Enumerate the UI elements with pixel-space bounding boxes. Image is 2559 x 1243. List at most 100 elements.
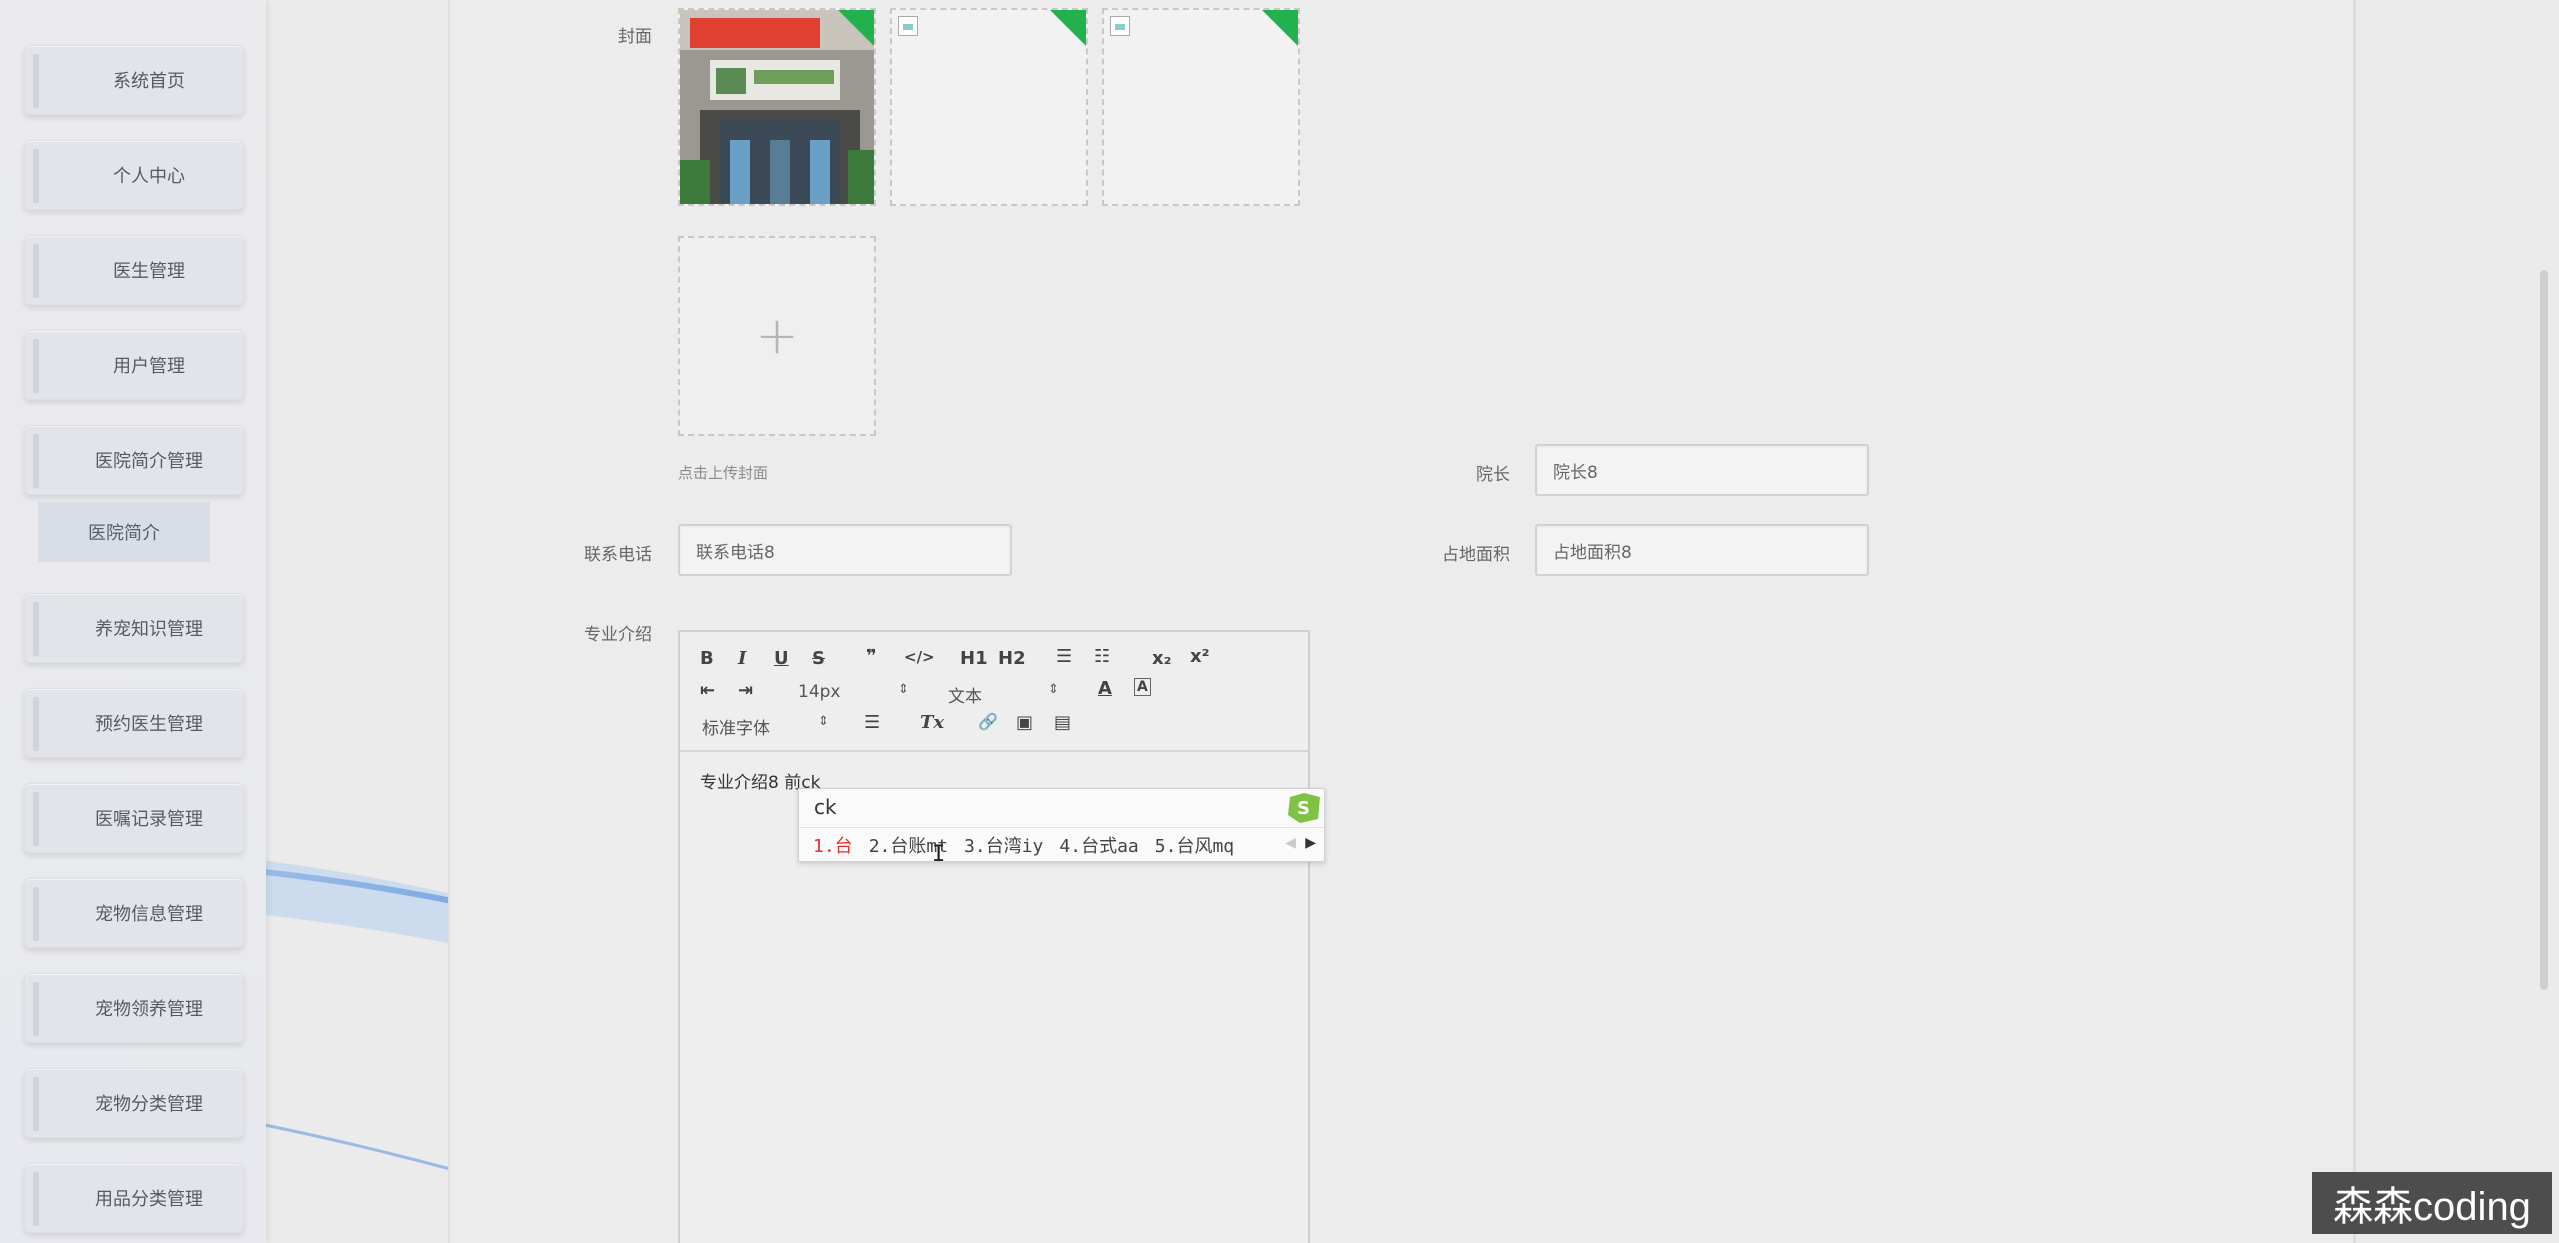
sidebar-item-label: 医院简介管理	[95, 451, 203, 472]
font-size-select[interactable]: 14px	[798, 682, 840, 702]
superscript-button[interactable]: x²	[1190, 646, 1210, 667]
ime-candidate[interactable]: 4.台式aa	[1059, 832, 1138, 858]
clear-format-button[interactable]: Tx	[920, 712, 944, 733]
ime-candidate[interactable]: 5.台风mq	[1155, 832, 1234, 858]
cover-label: 封面	[618, 27, 652, 47]
subscript-button[interactable]: x₂	[1152, 648, 1172, 669]
sidebar-item-label: 宠物信息管理	[95, 904, 203, 925]
font-family-select[interactable]: 标准字体	[702, 714, 770, 739]
item-bar	[33, 244, 39, 298]
sidebar-item-pet-adoption[interactable]: 宠物领养管理	[24, 973, 244, 1043]
watermark: 森森coding	[2312, 1172, 2552, 1234]
plus-icon: +	[755, 306, 799, 366]
ime-candidate[interactable]: 3.台湾iy	[964, 832, 1043, 858]
sidebar-item-home[interactable]: 系统首页	[24, 45, 244, 115]
ordered-list-button[interactable]: ☰	[1056, 646, 1072, 667]
item-bar	[33, 339, 39, 393]
sidebar-item-label: 预约医生管理	[95, 714, 203, 735]
sidebar-item-medical-orders[interactable]: 医嘱记录管理	[24, 783, 244, 853]
sidebar-item-label: 宠物领养管理	[95, 999, 203, 1020]
background-color-button[interactable]: A	[1134, 678, 1151, 696]
svg-text:S: S	[1297, 798, 1310, 819]
sidebar-item-label: 用户管理	[113, 356, 185, 377]
ime-candidate-popup: ck S 1.台 2.台账mt 3.台湾iy 4.台式aa 5.台风mq ◀ ▶	[798, 788, 1325, 862]
item-bar	[33, 982, 39, 1036]
code-button[interactable]: </>	[904, 648, 935, 666]
link-icon[interactable]: 🔗	[978, 712, 998, 731]
cover-upload-hint: 点击上传封面	[678, 464, 769, 482]
indent-button[interactable]: ⇥	[738, 680, 753, 701]
bold-button[interactable]: B	[700, 648, 714, 669]
cover-image-3[interactable]	[1102, 8, 1300, 206]
select-arrow-icon: ⇕	[898, 682, 909, 697]
sidebar-item-users[interactable]: 用户管理	[24, 330, 244, 400]
font-color-button[interactable]: A	[1098, 678, 1112, 699]
sidebar-item-label: 用品分类管理	[95, 1189, 203, 1210]
item-bar	[33, 54, 39, 108]
broken-image-icon	[898, 16, 918, 36]
strike-button[interactable]: S	[812, 648, 825, 669]
ime-composition: ck	[814, 795, 837, 819]
image-icon[interactable]: ▣	[1016, 712, 1033, 733]
text-cursor-icon: I	[932, 842, 946, 867]
ime-candidate-list: 1.台 2.台账mt 3.台湾iy 4.台式aa 5.台风mq	[799, 827, 1324, 862]
video-icon[interactable]: ▤	[1054, 712, 1071, 733]
underline-button[interactable]: U	[774, 648, 789, 669]
cover-upload-button[interactable]: +	[678, 236, 876, 436]
item-bar	[33, 887, 39, 941]
item-bar	[33, 697, 39, 751]
sidebar-item-supply-category[interactable]: 用品分类管理	[24, 1163, 244, 1233]
italic-button[interactable]: I	[738, 648, 746, 669]
item-bar	[33, 149, 39, 203]
ime-next-page-icon[interactable]: ▶	[1305, 835, 1316, 851]
item-bar	[33, 1172, 39, 1226]
sidebar-item-hospital-intro[interactable]: 医院简介管理	[24, 425, 244, 495]
area-input[interactable]: 占地面积8	[1535, 524, 1869, 576]
area-label: 占地面积	[1442, 545, 1510, 565]
sidebar-item-doctors[interactable]: 医生管理	[24, 235, 244, 305]
blockquote-button[interactable]: ❞	[866, 646, 877, 667]
rich-text-editor[interactable]: B I U S ❞ </> H1 H2 ☰ ☷ x₂ x² ⇤ ⇥ 14px ⇕…	[678, 630, 1310, 1243]
sidebar-item-label: 医嘱记录管理	[95, 809, 203, 830]
selected-corner-badge	[1261, 10, 1298, 47]
item-bar	[33, 792, 39, 846]
bullet-list-button[interactable]: ☷	[1094, 646, 1110, 667]
editor-toolbar: B I U S ❞ </> H1 H2 ☰ ☷ x₂ x² ⇤ ⇥ 14px ⇕…	[680, 632, 1308, 752]
sidebar-item-label: 养宠知识管理	[95, 619, 203, 640]
outdent-button[interactable]: ⇤	[700, 680, 715, 701]
dean-input[interactable]: 院长8	[1535, 444, 1869, 496]
intro-label: 专业介绍	[584, 625, 652, 645]
sidebar-item-profile[interactable]: 个人中心	[24, 140, 244, 210]
item-bar	[33, 434, 39, 488]
selected-corner-badge	[837, 10, 874, 47]
sidebar-item-label: 宠物分类管理	[95, 1094, 203, 1115]
heading2-button[interactable]: H2	[998, 648, 1026, 669]
select-arrow-icon: ⇕	[1048, 682, 1059, 697]
item-bar	[33, 1077, 39, 1131]
selected-corner-badge	[1049, 10, 1086, 47]
sidebar-item-label: 医生管理	[113, 261, 185, 282]
sidebar-item-pet-info[interactable]: 宠物信息管理	[24, 878, 244, 948]
sogou-ime-logo-icon: S	[1288, 793, 1320, 823]
heading1-button[interactable]: H1	[960, 648, 988, 669]
align-button[interactable]: ☰	[864, 712, 880, 733]
sidebar-item-pet-knowledge[interactable]: 养宠知识管理	[24, 593, 244, 663]
sidebar-subitem-hospital-intro[interactable]: 医院简介	[38, 502, 210, 562]
ime-prev-page-icon[interactable]: ◀	[1285, 835, 1296, 851]
scrollbar[interactable]	[2540, 270, 2548, 990]
phone-input[interactable]: 联系电话8	[678, 524, 1012, 576]
right-margin	[2356, 0, 2559, 1243]
cover-image-1[interactable]	[678, 8, 876, 206]
sidebar: 系统首页 个人中心 医生管理 用户管理 医院简介管理 医院简介 养宠知识管理 预…	[0, 0, 266, 1243]
item-bar	[33, 602, 39, 656]
ime-candidate[interactable]: 1.台	[813, 832, 853, 858]
text-type-select[interactable]: 文本	[948, 682, 982, 707]
sidebar-item-appointments[interactable]: 预约医生管理	[24, 688, 244, 758]
sidebar-item-pet-category[interactable]: 宠物分类管理	[24, 1068, 244, 1138]
dean-label: 院长	[1476, 465, 1510, 485]
select-arrow-icon: ⇕	[818, 714, 829, 729]
phone-label: 联系电话	[584, 545, 652, 565]
cover-image-2[interactable]	[890, 8, 1088, 206]
sidebar-item-label: 个人中心	[113, 166, 185, 187]
sidebar-item-label: 系统首页	[113, 71, 185, 92]
